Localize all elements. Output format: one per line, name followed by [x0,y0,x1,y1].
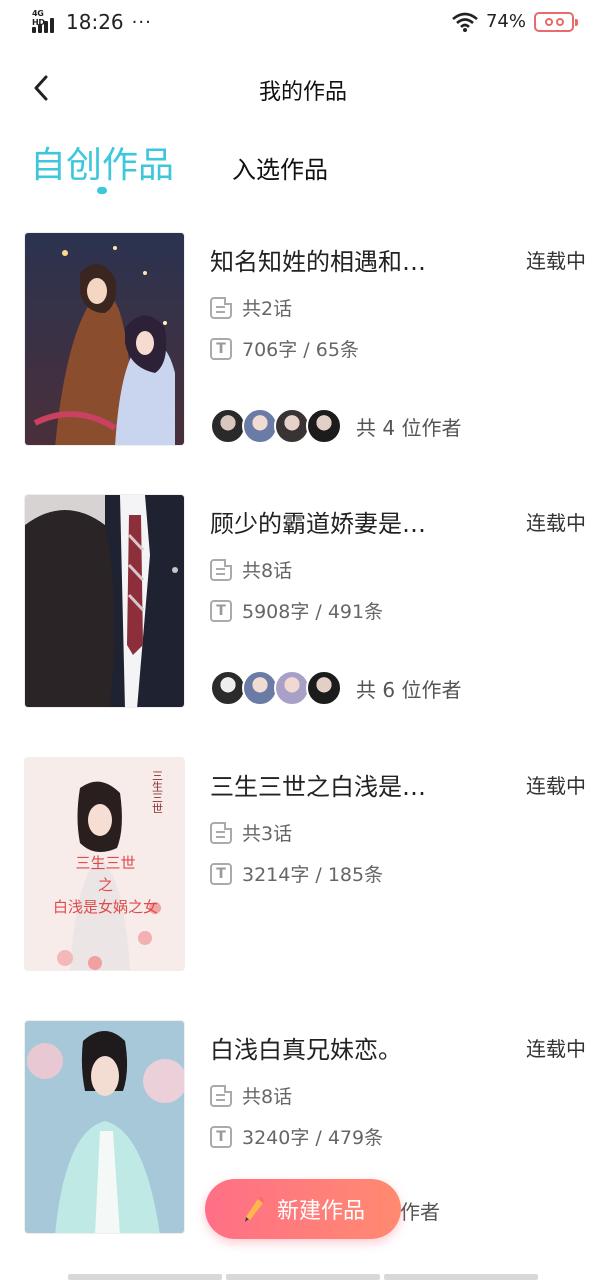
chapter-count-text: 共8话 [242,1086,293,1108]
authors-count: 共 6 位作者 [356,677,462,702]
document-icon [210,821,232,844]
avatar [274,670,310,706]
work-title[interactable]: 知名知姓的相遇和… [210,242,460,277]
cover-caption-line: 白浅是女娲之女 [52,898,158,916]
avatar [306,670,342,706]
chapter-count: 共2话 [210,294,292,321]
avatar [210,670,246,706]
screen: 4G HD 18:26 ··· 74% 我的作品 自创作品 入选作品 知名知姓的… [0,0,606,1280]
work-cover[interactable]: 三生三世 三生三世 之 白浅是女娲之女 [24,757,185,971]
wifi-icon [452,12,478,32]
bottom-scroll-hint [68,1274,538,1280]
word-stats: T 3240字 / 479条 [210,1123,383,1150]
avatar [306,408,342,444]
chapter-count: 共8话 [210,1082,292,1109]
tab-original-works[interactable]: 自创作品 [30,136,174,188]
document-icon [210,296,232,319]
word-stats-text: 3240字 / 479条 [242,1127,384,1149]
battery-icon [534,11,578,32]
tab-indicator [97,187,107,194]
work-title[interactable]: 顾少的霸道娇妻是… [210,504,460,539]
avatar [210,408,246,444]
cover-caption-line: 三生三世 [75,854,136,872]
page-title: 我的作品 [258,80,347,105]
author-list[interactable]: 共 4 位作者 [210,408,461,444]
authors-count-partial: 作者 [400,1200,440,1224]
chapter-count-text: 共2话 [242,298,293,320]
text-icon: T [210,599,232,622]
text-icon: T [210,337,232,360]
new-work-label: 新建作品 [276,1199,365,1224]
work-title[interactable]: 白浅白真兄妹恋。 [210,1030,460,1065]
work-item[interactable]: 三生三世 三生三世 之 白浅是女娲之女 三生三世之白浅是… 连载中 共3话 T … [0,757,606,973]
work-title[interactable]: 三生三世之白浅是… [210,767,460,802]
word-stats-text: 3214字 / 185条 [242,864,384,886]
text-icon: T [210,862,232,885]
chapter-count-text: 共8话 [242,560,293,582]
work-item[interactable]: 知名知姓的相遇和… 连载中 共2话 T 706字 / 65条 共 4 位作者 [0,232,606,448]
word-stats: T 3214字 / 185条 [210,860,383,887]
avatar [242,408,278,444]
cover-caption-line: 之 [97,876,113,894]
signal-icon: 4G HD [32,9,58,33]
document-icon [210,558,232,581]
work-cover[interactable] [24,494,185,708]
status-bar: 4G HD 18:26 ··· 74% [0,0,606,48]
word-stats: T 706字 / 65条 [210,335,359,362]
work-cover[interactable] [24,1020,185,1234]
chapter-count-text: 共3话 [242,823,293,845]
work-status: 连载中 [526,249,586,273]
work-item[interactable]: 顾少的霸道娇妻是… 连载中 共8话 T 5908字 / 491条 共 6 位作者 [0,494,606,710]
work-status: 连载中 [526,511,586,535]
clock: 18:26 [66,10,124,34]
chapter-count: 共8话 [210,556,292,583]
more-notifications-icon: ··· [131,11,152,33]
document-icon [210,1084,232,1107]
text-icon: T [210,1125,232,1148]
author-list[interactable]: 共 6 位作者 [210,670,461,706]
pencil-icon [244,1196,265,1222]
work-status: 连载中 [526,774,586,798]
avatar [242,670,278,706]
new-work-button[interactable]: 新建作品 [205,1179,401,1239]
tab-bar: 自创作品 入选作品 [0,136,606,200]
status-left: 4G HD 18:26 ··· [32,9,152,34]
tab-selected-works[interactable]: 入选作品 [232,150,328,185]
status-right: 74% [452,11,578,32]
work-status: 连载中 [526,1037,586,1061]
authors-count: 共 4 位作者 [356,415,462,440]
cover-caption: 三生三世 之 白浅是女娲之女 [25,852,184,918]
word-stats-text: 706字 / 65条 [242,339,359,361]
word-stats: T 5908字 / 491条 [210,597,383,624]
svg-text:三生三世: 三生三世 [151,770,164,814]
work-cover[interactable] [24,232,185,446]
word-stats-text: 5908字 / 491条 [242,601,384,623]
avatar [274,408,310,444]
app-header: 我的作品 [0,64,606,114]
chapter-count: 共3话 [210,819,292,846]
battery-percent: 74% [485,11,526,32]
